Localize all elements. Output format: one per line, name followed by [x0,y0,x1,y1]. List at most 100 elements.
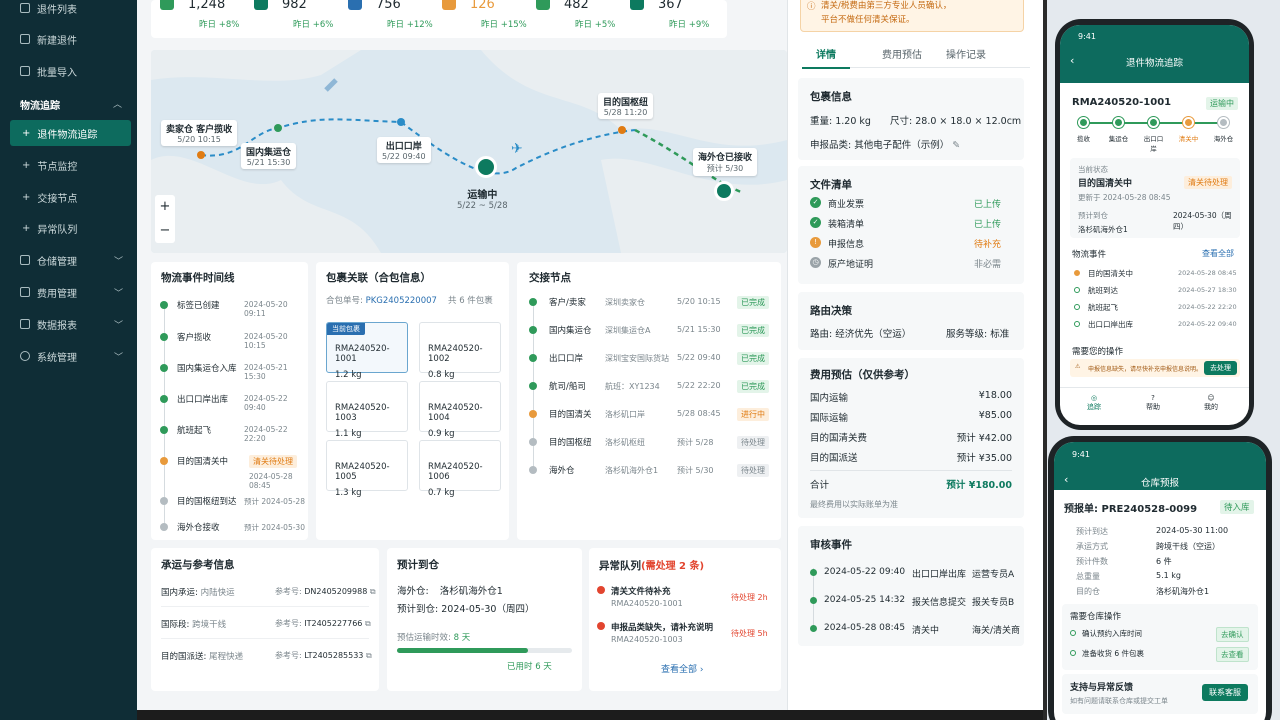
sidebar-item-exceptions[interactable]: + 异常队列 [0,215,137,241]
handover-node: 客户/卖家 [549,298,586,308]
route-map[interactable]: ✈ 卖家仓 客户揽收 5/20 10:15 国内集运仓 5/21 15:30 出口口… [151,50,787,253]
package-id: RMA240520-1002 [428,344,483,364]
audit-operator: 运营专员A [972,570,1015,580]
chart-icon [20,319,30,329]
phone1-events-title: 物流事件 [1072,250,1107,260]
sidebar-item-batch-import[interactable]: 批量导入 [0,58,137,84]
package-card[interactable]: RMA240520-1004 0.9 kg [419,381,501,439]
doc-name[interactable]: 申报信息 [828,237,864,250]
sidebar-item-reports[interactable]: 数据报表 ﹀ [0,311,137,337]
package-card[interactable]: RMA240520-1003 1.1 kg [326,381,408,439]
sidebar-item-node-monitor[interactable]: + 节点监控 [0,152,137,178]
timeline-time: 2024-05-22 09:40 [244,394,288,412]
eta-title: 预计到仓 [397,559,439,571]
tab-fees[interactable]: 费用预估 [872,46,932,61]
phone1-tab-tracking[interactable]: ◎ 追踪 [1087,394,1101,412]
phone1-tab-me[interactable]: ☺ 我的 [1204,394,1218,412]
timeline-dot [160,364,168,372]
handover-node: 国内集运仓 [549,326,592,336]
package-card[interactable]: RMA240520-1005 1.3 kg [326,440,408,498]
fees-total: 合计 预计 ¥180.00 [810,480,1012,491]
file-plus-icon [20,34,30,44]
package-weight: 0.9 kg [428,429,455,439]
plus-icon: + [22,159,31,171]
phone2-op-button[interactable]: 去查看 [1216,647,1249,662]
tab-log[interactable]: 操作记录 [936,46,996,61]
package-card[interactable]: 当前包裹 RMA240520-1001 1.2 kg [326,322,408,380]
package-card[interactable]: RMA240520-1002 0.8 kg [419,322,501,380]
plus-icon: + [22,127,31,139]
phone1-handle-button[interactable]: 去处理 [1204,361,1237,375]
view-all-exceptions-link[interactable]: 查看全部 › [661,662,703,675]
import-icon [20,66,30,76]
copy-icon[interactable]: ⧉ [366,651,372,660]
map-pin-domestic-hub[interactable] [274,124,282,132]
handover-place: 洛杉矶口岸 [605,410,645,419]
handover-time: 5/21 15:30 [677,325,721,334]
exception-title[interactable]: 申报品类缺失，请补充说明 [611,621,713,633]
pkg-info-title: 包裹信息 [810,91,852,103]
phone1-tab-help[interactable]: ? 帮助 [1146,394,1160,412]
map-pin-destination-hub[interactable] [618,126,626,134]
audit-action: 报关信息提交 [912,598,967,608]
fees-card: 费用预估（仅供参考） 国内运输 ¥18.00 国际运输 ¥85.00 目的国清关费 预计 … [798,358,1024,518]
map-pin-seller[interactable] [197,151,205,159]
sidebar-item-warehouse[interactable]: 仓储管理 ﹀ [0,247,137,273]
package-weight: 0.8 kg [428,370,455,380]
carrier-ref: 参考号: IT2405227766 ⧉ [275,619,371,628]
warehouse-marker[interactable] [714,181,734,201]
phone-tracking-screen: 9:41 ‹ 退件物流追踪 RMA240520-1001 运输中 揽收 集运仓 … [1060,25,1249,425]
sidebar-group-tracking[interactable]: 物流追踪 [20,97,60,112]
list-icon [20,3,30,13]
phone2-op-name: 确认预约入库时间 [1082,629,1142,638]
sidebar-item-return-list[interactable]: 退件列表 [0,0,137,21]
exception-title[interactable]: 清关文件待补充 [611,585,671,597]
zoom-out-button[interactable]: − [155,219,175,243]
package-id: RMA240520-1005 [335,462,390,482]
eta-date: 预计到仓: 2024-05-30（周四） [397,604,535,615]
sidebar-item-handover[interactable]: + 交接节点 [0,184,137,210]
phone1-event-time: 2024-05-27 18:30 [1178,286,1237,294]
timeline-dot [160,395,168,403]
timeline-title: 物流事件时间线 [161,272,235,284]
handover-status: 已完成 [737,296,769,309]
sidebar-item-fees[interactable]: 费用管理 ﹀ [0,279,137,305]
map-label-transit: 运输中 5/22 ~ 5/28 [457,190,508,211]
handover-dot [529,466,537,474]
phone1-event-name: 航班到达 [1088,286,1118,295]
audit-dot [810,597,817,604]
map-pin-export-port[interactable] [397,118,405,126]
sidebar-item-return-tracking[interactable]: + 退件物流追踪 [10,120,131,146]
stat-icon [348,0,362,10]
doc-name[interactable]: 原产地证明 [828,257,873,270]
copy-icon[interactable]: ⧉ [365,619,371,628]
contact-support-button[interactable]: 联系客服 [1202,684,1248,701]
combine-order-link[interactable]: PKG2405220007 [366,296,437,306]
handover-node: 海外仓 [549,466,575,476]
handover-place: 洛杉矶枢纽 [605,438,645,447]
phone2-op-button[interactable]: 去确认 [1216,627,1249,642]
transit-marker[interactable] [475,156,497,178]
edit-icon[interactable]: ✎ [952,140,960,151]
phone1-clock: 9:41 [1078,32,1096,41]
phone1-view-all-link[interactable]: 查看全部 [1202,248,1234,259]
detail-tabs: 详情 费用预估 操作记录 [802,44,1030,69]
phone2-clock: 9:41 [1072,450,1090,459]
fee-row: 目的国派送 预计 ¥35.00 [810,453,1012,464]
wallet-icon [20,287,30,297]
eta-lead: 预估运输时效: 8 天 [397,633,471,643]
chevron-down-icon: ﹀ [113,256,123,267]
copy-icon[interactable]: ⧉ [370,587,376,596]
tab-detail[interactable]: 详情 [802,46,850,69]
sidebar-item-new-return[interactable]: 新建退件 [0,26,137,52]
chevron-up-icon[interactable]: ︿ [113,97,122,110]
doc-name[interactable]: 商业发票 [828,197,864,210]
timeline-event: 目的国清关中 [177,457,229,467]
map-label-warehouse: 海外仓已接收 预计 5/30 [693,148,758,176]
sidebar-item-system[interactable]: 系统管理 ﹀ [0,343,137,369]
package-card[interactable]: RMA240520-1006 0.7 kg [419,440,501,498]
zoom-in-button[interactable]: + [155,195,175,219]
phone1-current-badge: 清关待处理 [1184,176,1232,189]
doc-name[interactable]: 装箱清单 [828,217,864,230]
stepper-label: 清关中 [1178,135,1199,143]
